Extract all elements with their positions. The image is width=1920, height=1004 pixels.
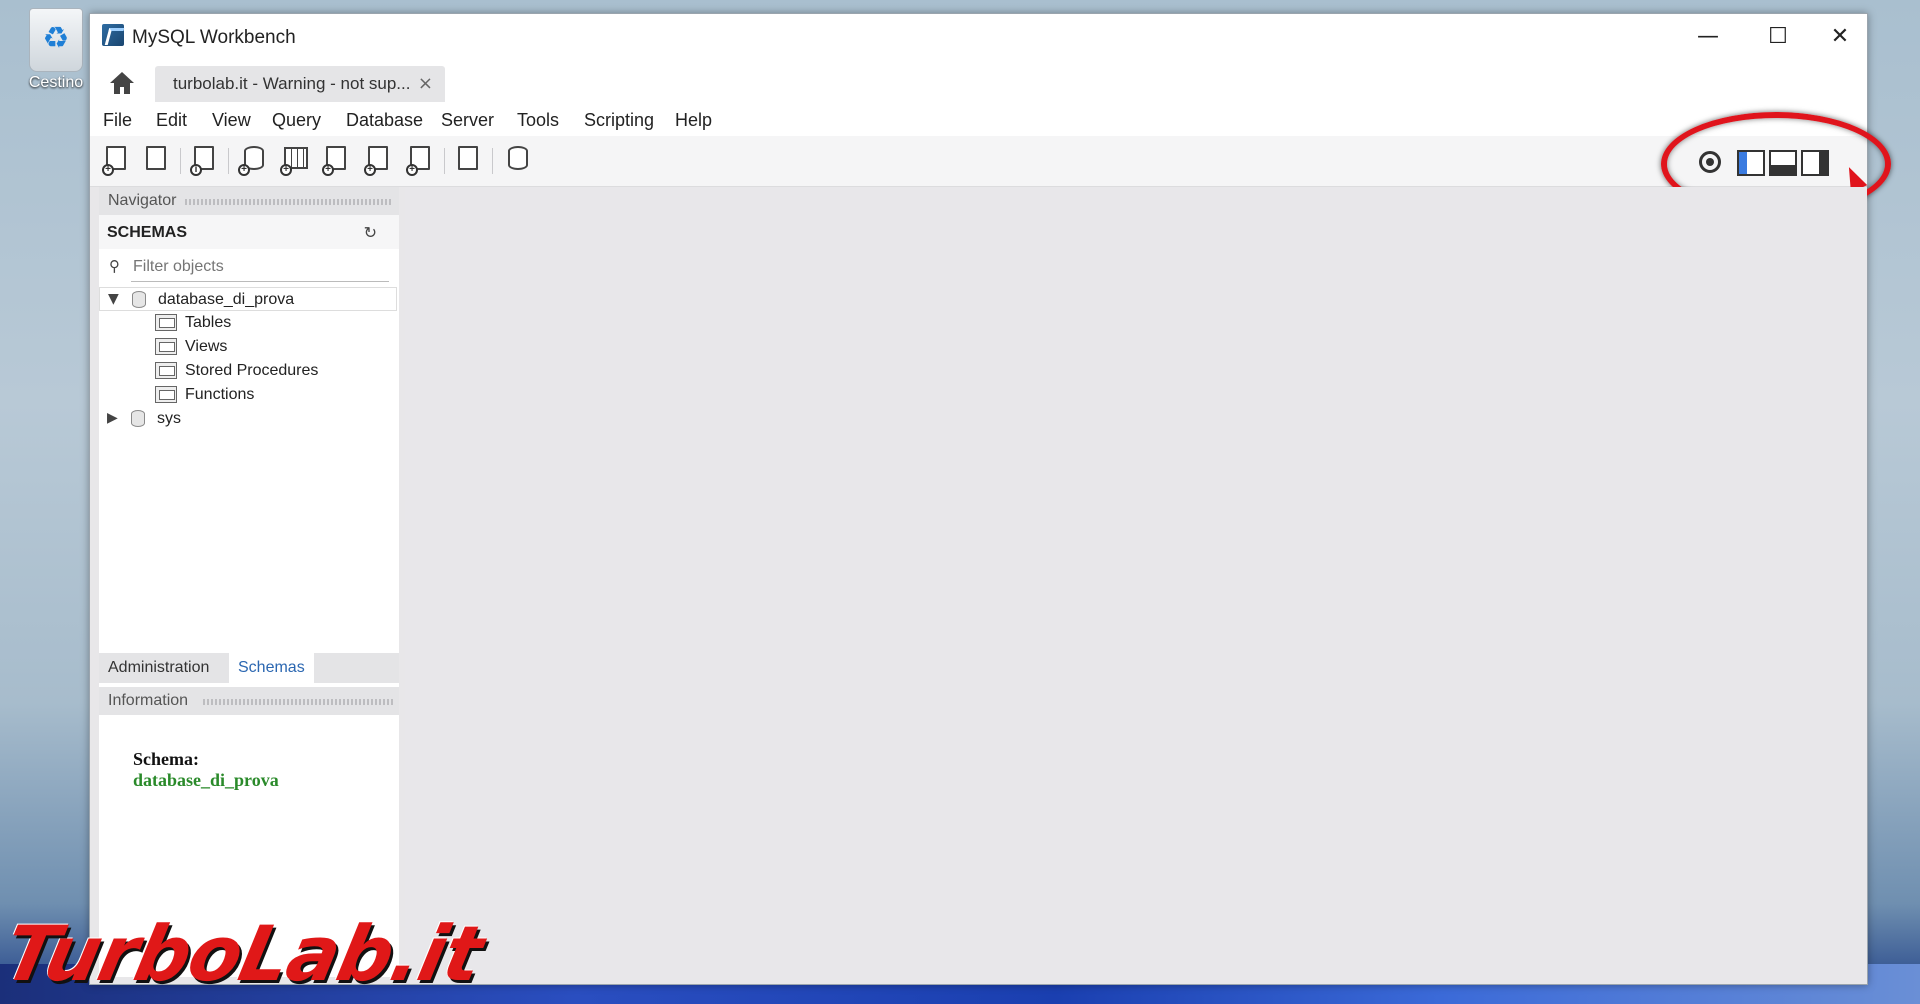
information-header-label: Information bbox=[108, 692, 189, 709]
tab-administration[interactable]: Administration bbox=[99, 653, 218, 683]
information-header: Information bbox=[99, 687, 399, 715]
connection-tab-bar: turbolab.it - Warning - not sup... × bbox=[90, 60, 1867, 104]
mysql-workbench-logo-icon bbox=[102, 24, 124, 46]
create-schema-icon[interactable]: + bbox=[238, 144, 268, 176]
panel-grip bbox=[203, 699, 393, 705]
tree-node-label: database_di_prova bbox=[158, 291, 295, 308]
search-table-data-icon[interactable] bbox=[454, 144, 484, 176]
title-bar[interactable]: MySQL Workbench — ☐ ✕ bbox=[90, 14, 1867, 60]
menu-database[interactable]: Database bbox=[346, 110, 423, 131]
minimize-button[interactable]: — bbox=[1681, 20, 1735, 54]
schema-key: Schema: bbox=[133, 749, 199, 769]
schema-value: database_di_prova bbox=[133, 770, 279, 790]
tree-node-label: Stored Procedures bbox=[185, 362, 319, 379]
home-icon[interactable] bbox=[108, 70, 136, 96]
window-title: MySQL Workbench bbox=[132, 27, 296, 48]
views-folder-icon bbox=[155, 338, 177, 355]
schema-tree: ▼ database_di_prova Tables Views Stored … bbox=[99, 285, 399, 635]
create-table-icon[interactable]: + bbox=[280, 144, 310, 176]
database-icon bbox=[132, 291, 146, 308]
navigator-header: Navigator bbox=[99, 187, 399, 215]
recycle-bin-label: Cestino bbox=[28, 74, 84, 91]
filter-objects-input[interactable] bbox=[131, 253, 389, 282]
create-procedure-icon[interactable]: + bbox=[364, 144, 394, 176]
schemas-title: SCHEMAS bbox=[107, 224, 188, 241]
mysql-workbench-window: MySQL Workbench — ☐ ✕ turbolab.it - Warn… bbox=[89, 13, 1891, 985]
tree-node-label: sys bbox=[157, 410, 181, 427]
maximize-button[interactable]: ☐ bbox=[1751, 20, 1805, 54]
create-function-icon[interactable]: + bbox=[406, 144, 436, 176]
tree-node-database-di-prova[interactable]: ▼ database_di_prova bbox=[99, 287, 397, 311]
database-icon bbox=[131, 410, 145, 427]
tree-node-label: Tables bbox=[185, 314, 232, 331]
navigator-tabs: Administration Schemas bbox=[99, 653, 399, 683]
functions-folder-icon bbox=[155, 386, 177, 403]
recycle-bin-shortcut[interactable]: Cestino bbox=[18, 8, 94, 92]
menu-query[interactable]: Query bbox=[272, 110, 321, 131]
tables-folder-icon bbox=[155, 314, 177, 331]
schemas-section-header: SCHEMAS ↻ bbox=[99, 215, 399, 249]
tree-node-label: Functions bbox=[185, 386, 255, 403]
navigator-header-label: Navigator bbox=[108, 192, 177, 209]
tree-node-label: Views bbox=[185, 338, 228, 355]
menu-file[interactable]: File bbox=[103, 110, 132, 131]
close-icon[interactable]: × bbox=[418, 73, 433, 94]
main-workspace bbox=[405, 187, 1867, 984]
inspect-icon[interactable]: i bbox=[190, 144, 220, 176]
expand-arrow-icon[interactable]: ▼ bbox=[108, 291, 119, 307]
schema-filter: ⚲ bbox=[99, 249, 399, 285]
navigator-sidebar: Navigator SCHEMAS ↻ ⚲ ▼ database_di_prov… bbox=[99, 187, 399, 977]
search-icon: ⚲ bbox=[109, 257, 120, 275]
menu-help[interactable]: Help bbox=[675, 110, 712, 131]
tab-connection[interactable]: turbolab.it - Warning - not sup... × bbox=[155, 66, 445, 102]
menu-bar: File Edit View Query Database Server Too… bbox=[90, 104, 1867, 136]
recycle-bin-icon bbox=[29, 8, 83, 72]
refresh-icon[interactable]: ↻ bbox=[364, 223, 377, 242]
menu-tools[interactable]: Tools bbox=[517, 110, 559, 131]
tab-connection-label: turbolab.it - Warning - not sup... bbox=[173, 74, 411, 93]
turbolab-watermark: TurboLab.it bbox=[0, 909, 491, 998]
menu-scripting[interactable]: Scripting bbox=[584, 110, 654, 131]
menu-view[interactable]: View bbox=[212, 110, 251, 131]
new-sql-tab-icon[interactable]: + bbox=[102, 144, 132, 176]
create-view-icon[interactable]: + bbox=[322, 144, 352, 176]
expand-arrow-icon[interactable]: ▶ bbox=[107, 410, 118, 426]
reconnect-icon[interactable] bbox=[502, 144, 532, 176]
tab-schemas[interactable]: Schemas bbox=[229, 653, 314, 683]
main-toolbar: + i + + + + + bbox=[90, 136, 1867, 187]
open-sql-script-icon[interactable] bbox=[142, 144, 172, 176]
menu-server[interactable]: Server bbox=[441, 110, 494, 131]
panel-grip bbox=[185, 199, 393, 205]
procedures-folder-icon bbox=[155, 362, 177, 379]
menu-edit[interactable]: Edit bbox=[156, 110, 187, 131]
close-button[interactable]: ✕ bbox=[1813, 20, 1867, 54]
